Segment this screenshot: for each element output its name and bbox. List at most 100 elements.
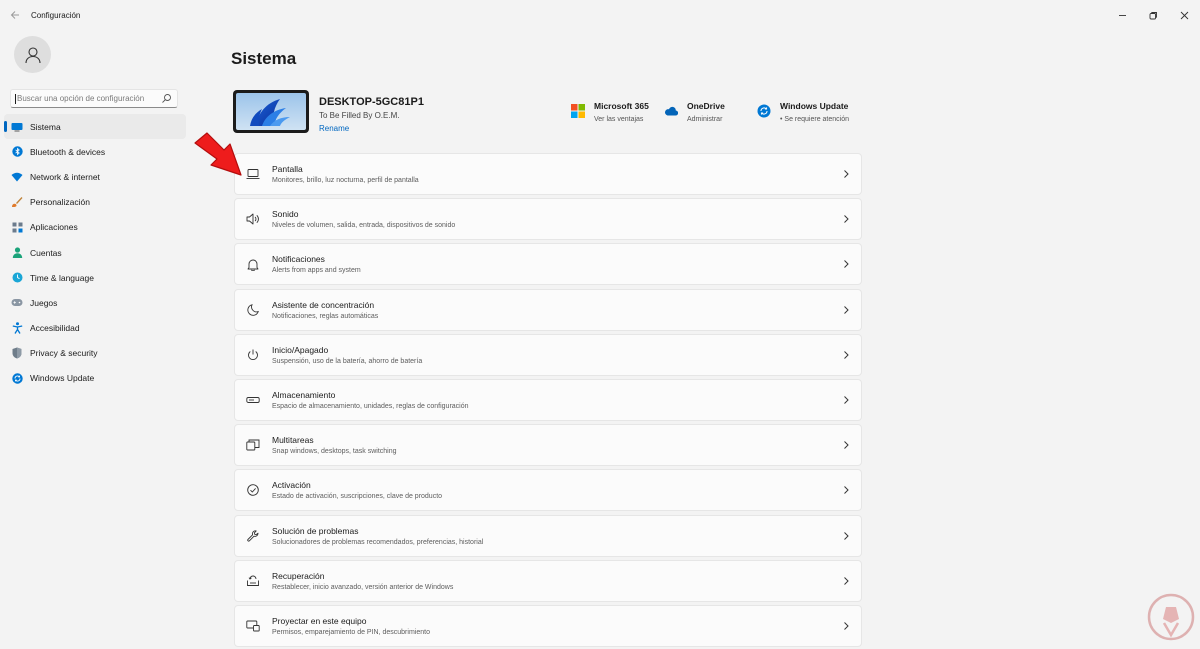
back-button[interactable] (0, 0, 30, 30)
sidebar-item-label: Cuentas (30, 247, 62, 258)
chevron-right-icon (844, 350, 849, 359)
setting-card-power[interactable]: Inicio/Apagado Suspensión, uso de la bate… (234, 333, 862, 376)
chevron-right-icon (844, 441, 849, 449)
setting-card-display[interactable]: Pantalla Monitores, brillo, luz nocturna,… (234, 153, 862, 195)
setting-title: Pantalla (272, 164, 303, 174)
shield-icon (11, 347, 23, 359)
accessibility-icon (11, 322, 23, 334)
gamepad-icon (11, 297, 23, 309)
back-arrow-icon (10, 11, 19, 19)
setting-card-activation[interactable]: Activación Estado de activación, suscripc… (234, 469, 862, 512)
chevron-right-icon (844, 622, 849, 630)
user-avatar[interactable] (14, 36, 51, 73)
quick-link-subtitle: Ver las ventajas (594, 116, 644, 123)
quick-link-windows-update[interactable]: Windows Update • Se requiere atención (757, 101, 849, 123)
setting-subtitle: Suspensión, uso de la batería, ahorro de… (272, 357, 423, 365)
quick-link-subtitle: Administrar (687, 116, 723, 123)
close-icon (1180, 11, 1189, 19)
wifi-icon (11, 171, 23, 183)
wrench-icon (246, 529, 260, 543)
person-icon (11, 247, 23, 259)
device-model: To Be Filled By O.E.M. (319, 111, 400, 120)
chevron-right-icon (844, 260, 849, 269)
restore-button[interactable] (1138, 0, 1169, 30)
chevron-right-icon (844, 486, 849, 495)
bell-icon (246, 257, 260, 271)
setting-title: Multitareas (272, 435, 314, 446)
restore-icon (1149, 11, 1157, 19)
chevron-right-icon (844, 305, 849, 314)
storage-icon (246, 393, 260, 407)
display-icon (11, 121, 23, 133)
setting-title: Sonido (272, 209, 299, 220)
setting-card-recovery[interactable]: Recuperación Restablecer, inicio avanzado… (234, 559, 862, 602)
sidebar-item-gaming[interactable]: Juegos (4, 290, 186, 315)
setting-subtitle: Restablecer, inicio avanzado, versión an… (272, 583, 454, 591)
search-box[interactable] (10, 89, 178, 108)
check-circle-icon (246, 483, 260, 497)
speaker-icon (246, 212, 260, 226)
monitor-icon (246, 167, 260, 181)
setting-subtitle: Niveles de volumen, salida, entrada, dis… (272, 222, 456, 230)
apps-icon (11, 221, 23, 233)
search-icon[interactable] (161, 93, 172, 104)
quick-link-title: OneDrive (687, 101, 725, 111)
annotation-arrow-icon (194, 132, 242, 176)
quick-link-onedrive[interactable]: OneDrive Administrar (664, 101, 725, 123)
page-title: Sistema (231, 49, 297, 68)
sidebar-item-label: Bluetooth & devices (30, 146, 106, 157)
setting-title: Solución de problemas (272, 525, 359, 536)
sidebar-item-windows-update[interactable]: Windows Update (4, 366, 186, 391)
setting-title: Proyectar en este equipo (272, 615, 367, 626)
setting-title: Asistente de concentración (272, 299, 375, 310)
sidebar-item-bluetooth[interactable]: Bluetooth & devices (4, 139, 186, 164)
setting-card-sound[interactable]: Sonido Niveles de volumen, salida, entrad… (234, 198, 862, 241)
person-icon (24, 46, 41, 63)
setting-card-multitasking[interactable]: Multitareas Snap windows, desktops, task … (234, 424, 862, 467)
search-input[interactable] (17, 94, 159, 103)
sidebar-item-label: Juegos (30, 297, 58, 308)
setting-card-storage[interactable]: Almacenamiento Espacio de almacenamiento,… (234, 378, 862, 421)
sidebar-item-label: Windows Update (30, 373, 95, 384)
recovery-icon (246, 574, 260, 588)
sidebar-item-apps[interactable]: Aplicaciones (4, 215, 186, 240)
sidebar-item-privacy[interactable]: Privacy & security (4, 341, 186, 366)
setting-card-project[interactable]: Proyectar en este equipo Permisos, empare… (234, 604, 862, 647)
quick-link-subtitle: • Se requiere atención (780, 116, 849, 123)
quick-link-microsoft365[interactable]: Microsoft 365 Ver las ventajas (571, 101, 649, 123)
minimize-button[interactable] (1107, 0, 1138, 30)
settings-list: Pantalla Monitores, brillo, luz nocturna,… (234, 153, 862, 649)
sidebar-item-personalization[interactable]: Personalización (4, 190, 186, 215)
window-controls (1107, 0, 1200, 30)
setting-subtitle: Alerts from apps and system (272, 267, 361, 275)
sidebar-item-network[interactable]: Network & internet (4, 164, 186, 189)
chevron-right-icon (844, 396, 849, 404)
sidebar-item-sistema[interactable]: Sistema (4, 114, 186, 140)
microsoft-logo-icon (571, 104, 585, 118)
setting-title: Inicio/Apagado (272, 344, 329, 355)
sidebar-item-accessibility[interactable]: Accesibilidad (4, 316, 186, 341)
sidebar-item-accounts[interactable]: Cuentas (4, 240, 186, 265)
setting-subtitle: Snap windows, desktops, task switching (272, 448, 397, 456)
update-icon (757, 104, 771, 118)
chevron-right-icon (844, 576, 849, 585)
setting-card-troubleshoot[interactable]: Solución de problemas Solucionadores de p… (234, 514, 862, 557)
sidebar-item-time-language[interactable]: Time & language (4, 265, 186, 290)
sidebar-item-label: Personalización (30, 197, 91, 208)
close-button[interactable] (1169, 0, 1200, 30)
chevron-right-icon (844, 215, 849, 224)
chevron-right-icon (844, 531, 849, 540)
setting-subtitle: Permisos, emparejamiento de PIN, descubr… (272, 628, 430, 636)
rename-link[interactable]: Rename (319, 124, 349, 133)
sidebar-item-label: Privacy & security (30, 348, 98, 359)
app-title: Configuración (31, 10, 81, 20)
power-icon (246, 348, 260, 362)
setting-card-notifications[interactable]: Notificaciones Alerts from apps and syste… (234, 243, 862, 286)
setting-title: Almacenamiento (272, 389, 336, 400)
setting-card-focus-assist[interactable]: Asistente de concentración Notificaciones… (234, 288, 862, 331)
project-icon (246, 619, 260, 633)
setting-title: Activación (272, 480, 311, 491)
bluetooth-icon (11, 146, 23, 158)
sidebar-item-label: Sistema (30, 121, 61, 132)
quick-link-title: Windows Update (780, 101, 849, 111)
